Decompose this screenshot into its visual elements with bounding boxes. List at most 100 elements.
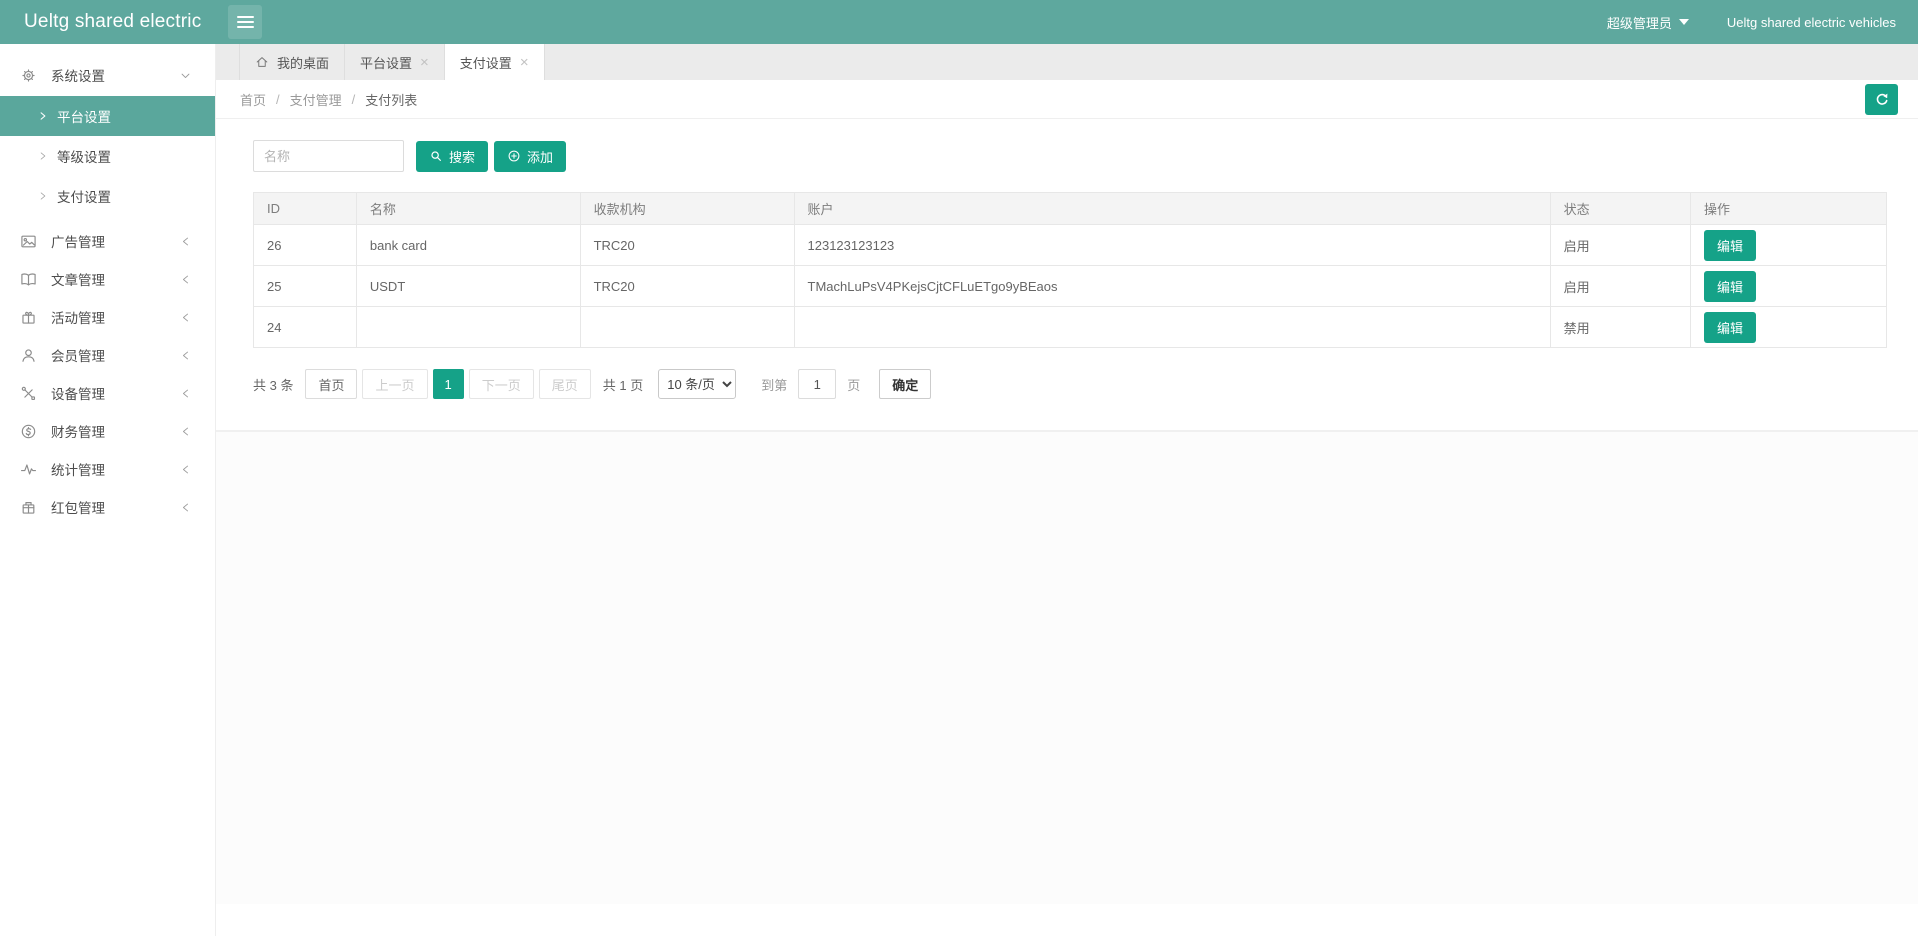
confirm-button[interactable]: 确定 [879,369,931,399]
cell-account [794,307,1550,348]
prev-page-button[interactable]: 上一页 [362,369,427,399]
sidebar-item-activity-management[interactable]: 活动管理 [0,298,215,336]
goto-page-input[interactable] [798,369,836,399]
column-header-account: 账户 [794,193,1550,225]
gift-icon [20,309,37,326]
search-input[interactable] [253,140,404,172]
redpacket-icon [20,499,37,516]
content-panel: 搜索 添加 ID 名称 收款机 [216,119,1918,399]
refresh-icon [1874,91,1890,107]
sidebar-item-device-management[interactable]: 设备管理 [0,374,215,412]
sidebar-item-label: 统计管理 [51,459,180,479]
admin-app: Ueltg shared electric 超级管理员 Ueltg shared… [0,0,1918,936]
total-count-label: 共 3 条 [253,375,293,394]
table-row: 24 禁用 编辑 [254,307,1887,348]
page-size-select[interactable]: 10 条/页 [658,369,736,399]
cell-institution: TRC20 [580,225,794,266]
breadcrumb-separator: / [276,92,280,107]
cell-id: 24 [254,307,357,348]
status-badge: 禁用 [1550,307,1690,348]
plus-circle-icon [507,149,521,163]
chevron-down-icon [180,70,191,81]
sidebar-item-ad-management[interactable]: 广告管理 [0,222,215,260]
tools-icon [20,385,37,402]
user-icon [20,347,37,364]
close-icon[interactable]: × [520,55,529,70]
breadcrumb: 首页 / 支付管理 / 支付列表 [240,90,417,109]
table-header-row: ID 名称 收款机构 账户 状态 操作 [254,193,1887,225]
tab-label: 支付设置 [460,53,512,72]
sidebar-item-member-management[interactable]: 会员管理 [0,336,215,374]
chevron-left-icon [180,350,191,361]
breadcrumb-separator: / [352,92,356,107]
cell-name: bank card [356,225,580,266]
tab-platform-settings[interactable]: 平台设置 × [345,44,445,80]
breadcrumb-home[interactable]: 首页 [240,90,266,109]
chevron-left-icon [180,312,191,323]
tab-payment-settings[interactable]: 支付设置 × [445,44,545,80]
breadcrumb-section[interactable]: 支付管理 [290,90,342,109]
close-icon[interactable]: × [420,55,429,70]
table-row: 26 bank card TRC20 123123123123 启用 编辑 [254,225,1887,266]
edit-button[interactable]: 编辑 [1704,230,1756,261]
book-icon [20,271,37,288]
sidebar-item-finance-management[interactable]: 财务管理 [0,412,215,450]
chevron-left-icon [180,388,191,399]
sidebar-item-level-settings[interactable]: 等级设置 [0,136,215,176]
status-badge: 启用 [1550,266,1690,307]
sidebar-item-label: 系统设置 [51,65,180,85]
edit-button[interactable]: 编辑 [1704,312,1756,343]
sidebar-item-statistics-management[interactable]: 统计管理 [0,450,215,488]
sidebar-item-platform-settings[interactable]: 平台设置 [0,96,215,136]
sidebar-item-article-management[interactable]: 文章管理 [0,260,215,298]
cell-account: 123123123123 [794,225,1550,266]
chevron-left-icon [180,236,191,247]
sidebar: 系统设置 平台设置 等级设置 支付设置 [0,44,216,936]
top-header: Ueltg shared electric 超级管理员 Ueltg shared… [0,0,1918,44]
chevron-left-icon [180,426,191,437]
cell-id: 25 [254,266,357,307]
first-page-button[interactable]: 首页 [305,369,357,399]
pulse-icon [20,461,37,478]
page-number-button[interactable]: 1 [433,369,464,399]
home-icon [255,55,269,69]
main-area: 我的桌面 平台设置 × 支付设置 × 首页 / 支付管理 / 支付列表 [216,44,1918,936]
sidebar-item-label: 活动管理 [51,307,180,327]
add-button[interactable]: 添加 [494,141,566,172]
caret-down-icon [1679,19,1689,25]
chevron-left-icon [180,274,191,285]
breadcrumb-row: 首页 / 支付管理 / 支付列表 [216,80,1918,119]
edit-button[interactable]: 编辑 [1704,271,1756,302]
refresh-button[interactable] [1865,84,1898,115]
sidebar-item-label: 支付设置 [57,186,111,206]
hamburger-icon [237,16,254,18]
payments-table: ID 名称 收款机构 账户 状态 操作 26 bank card TRC20 1… [253,192,1887,348]
sidebar-item-payment-settings[interactable]: 支付设置 [0,176,215,216]
sidebar-item-redpacket-management[interactable]: 红包管理 [0,488,215,526]
column-header-action: 操作 [1691,193,1887,225]
sidebar-item-label: 文章管理 [51,269,180,289]
company-label: Ueltg shared electric vehicles [1727,15,1896,30]
dollar-icon [20,423,37,440]
sidebar-item-label: 财务管理 [51,421,180,441]
cell-institution [580,307,794,348]
pagination: 共 3 条 首页 上一页 1 下一页 尾页 共 1 页 10 条/页 到第 页 … [253,369,1887,399]
last-page-button[interactable]: 尾页 [539,369,591,399]
search-button[interactable]: 搜索 [416,141,488,172]
tab-bar: 我的桌面 平台设置 × 支付设置 × [216,44,1918,80]
image-icon [20,233,37,250]
sidebar-item-label: 会员管理 [51,345,180,365]
goto-suffix-label: 页 [847,375,860,394]
cell-id: 26 [254,225,357,266]
next-page-button[interactable]: 下一页 [469,369,534,399]
chevron-right-icon [38,191,48,201]
cell-institution: TRC20 [580,266,794,307]
cell-name: USDT [356,266,580,307]
user-role-dropdown[interactable]: 超级管理员 [1607,13,1689,32]
sidebar-item-system-settings[interactable]: 系统设置 [0,56,215,94]
tab-my-desktop[interactable]: 我的桌面 [239,44,345,80]
search-button-label: 搜索 [449,147,475,166]
sidebar-item-label: 红包管理 [51,497,180,517]
sidebar-toggle-button[interactable] [228,5,262,39]
brand-title: Ueltg shared electric [0,11,216,33]
